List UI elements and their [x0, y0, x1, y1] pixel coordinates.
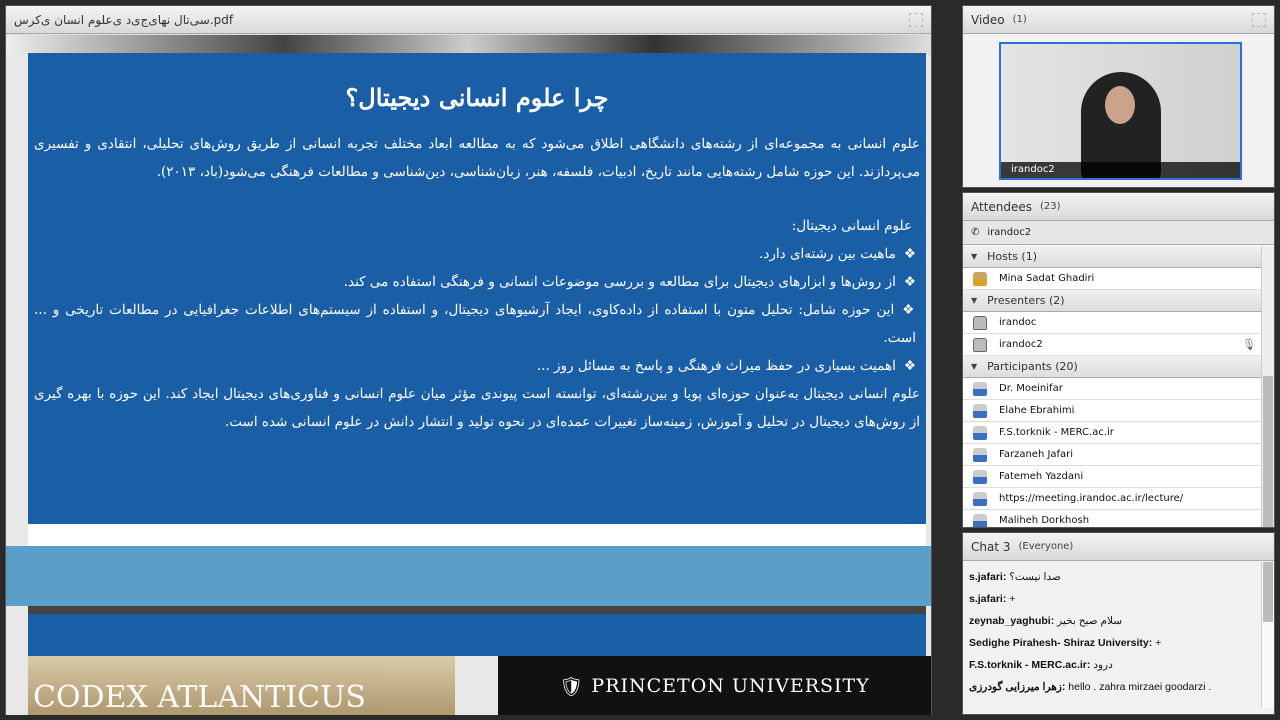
attendee-list: ▼ Hosts (1) Mina Sadat Ghadiri ▼ Presenters … — [963, 246, 1262, 527]
collapse-icon[interactable]: ▼ — [971, 296, 977, 305]
slide-conclusion: علوم انسانی دیجیتال به‌عنوان حوزه‌ای پوی… — [34, 386, 920, 430]
chat-title: Chat 3 — [971, 539, 1011, 554]
share-pod: سی‌تال نهای‌ج‌ی‌د ی‌علوم انسان ی‌کرس.pdf… — [5, 5, 932, 715]
chat-message: F.S.torknik - MERC.ac.ir: درود — [969, 659, 1113, 671]
attendee-row[interactable]: Dr. Moeinifar — [963, 378, 1262, 400]
attendee-row[interactable]: Farzaneh Jafari — [963, 444, 1262, 466]
bullet-icon: ❖ — [902, 302, 917, 318]
chat-messages: s.jafari: صدا نیست؟ s.jafari: + zeynab_yag… — [963, 562, 1262, 708]
webcam-label: irandoc2 — [1001, 162, 1240, 178]
attendee-row[interactable]: F.S.torknik - MERC.ac.ir — [963, 422, 1262, 444]
attendee-row[interactable]: Maliheh Dorkhosh — [963, 510, 1262, 527]
slide-bullet: ❖اهمیت بسیاری در حفظ میراث فرهنگی و پاسخ… — [536, 358, 916, 374]
chat-message: s.jafari: صدا نیست؟ — [969, 571, 1061, 583]
participant-icon — [973, 403, 987, 418]
participant-icon — [973, 381, 987, 396]
scrollbar[interactable] — [1261, 562, 1274, 708]
collapse-icon[interactable]: ▼ — [971, 362, 977, 371]
presenter-icon — [973, 315, 987, 330]
attendees-count: (23) — [1040, 201, 1061, 212]
participant-icon — [973, 491, 987, 506]
share-pod-titlebar: سی‌تال نهای‌ج‌ی‌د ی‌علوم انسان ی‌کرس.pdf — [6, 6, 931, 34]
participant-icon — [973, 425, 987, 440]
attendees-title: Attendees — [971, 199, 1033, 214]
slide-heading: چرا علوم انسانی دیجیتال؟ — [345, 83, 609, 112]
presenter-icon — [973, 337, 987, 352]
slide-bullet: ❖از روش‌ها و ابزارهای دیجیتال برای مطالع… — [343, 274, 916, 290]
section-header[interactable]: ▼ Hosts (1) — [963, 246, 1262, 268]
video-pod: Video (1) irandoc2 — [962, 5, 1275, 188]
chat-pod: Chat 3 (Everyone) s.jafari: صدا نیست؟ s.j… — [962, 532, 1275, 715]
attendee-row[interactable]: Elahe Ebrahimi — [963, 400, 1262, 422]
microphone-icon: 🎙 — [1242, 338, 1256, 351]
codex-image: CODEX ATLANTICUS — [28, 656, 455, 715]
attendees-pod: Attendees (23) ✆ irandoc2 ▼ Hosts (1) Mina… — [962, 192, 1275, 528]
document-title: سی‌تال نهای‌ج‌ی‌د ی‌علوم انسان ی‌کرس.pdf — [14, 12, 234, 27]
slide-viewer[interactable]: چرا علوم انسانی دیجیتال؟ علوم انسانی به … — [6, 35, 931, 715]
phone-user-row[interactable]: ✆ irandoc2 — [963, 221, 1274, 245]
participant-icon — [973, 469, 987, 484]
chat-message: s.jafari: + — [969, 593, 1016, 605]
host-icon — [973, 271, 987, 286]
webcam-feed[interactable]: irandoc2 — [999, 42, 1242, 180]
chat-message: زهرا میرزایی گودرزی: hello . zahra mirza… — [969, 681, 1212, 693]
slide-bullet: ❖ماهیت بین رشته‌ای دارد. — [759, 246, 916, 262]
slide-intro: علوم انسانی به مجموعه‌ای از رشته‌های دان… — [34, 136, 920, 180]
participant-icon — [973, 513, 987, 527]
video-title: Video — [971, 12, 1005, 27]
fullscreen-icon[interactable] — [909, 12, 923, 27]
attendee-row[interactable]: https://meeting.irandoc.ac.ir/lecture/ — [963, 488, 1262, 510]
phone-icon: ✆ — [971, 227, 980, 238]
slide: چرا علوم انسانی دیجیتال؟ علوم انسانی به … — [28, 53, 926, 524]
slide-bullet: ❖این حوزه شامل: تحلیل متون با استفاده از… — [34, 302, 917, 346]
section-header[interactable]: ▼ Participants (20) — [963, 356, 1262, 378]
princeton-logo: 🛡 PRINCETON UNIVERSITY — [498, 656, 931, 715]
bullet-icon: ❖ — [903, 358, 916, 374]
section-header[interactable]: ▼ Presenters (2) — [963, 290, 1262, 312]
collapse-icon[interactable]: ▼ — [971, 252, 977, 261]
attendee-row[interactable]: irandoc — [963, 312, 1262, 334]
header-photo — [6, 35, 931, 55]
participant-icon — [973, 447, 987, 462]
chat-message: zeynab_yaghubi: سلام صبح بخیر — [969, 615, 1123, 627]
bullet-icon: ❖ — [903, 274, 916, 290]
attendee-row[interactable]: irandoc2 🎙 — [963, 334, 1262, 356]
chat-scope: (Everyone) — [1018, 541, 1074, 552]
slide-subheading: علوم انسانی دیجیتال: — [791, 218, 912, 234]
video-count: (1) — [1012, 14, 1027, 25]
chat-message: Sedighe Pirahesh- Shiraz University: + — [969, 637, 1162, 649]
bullet-icon: ❖ — [903, 246, 916, 262]
fullscreen-icon[interactable] — [1252, 12, 1266, 27]
scrollbar[interactable] — [1261, 246, 1274, 527]
attendee-row[interactable]: Fatemeh Yazdani — [963, 466, 1262, 488]
attendee-row[interactable]: Mina Sadat Ghadiri — [963, 268, 1262, 290]
